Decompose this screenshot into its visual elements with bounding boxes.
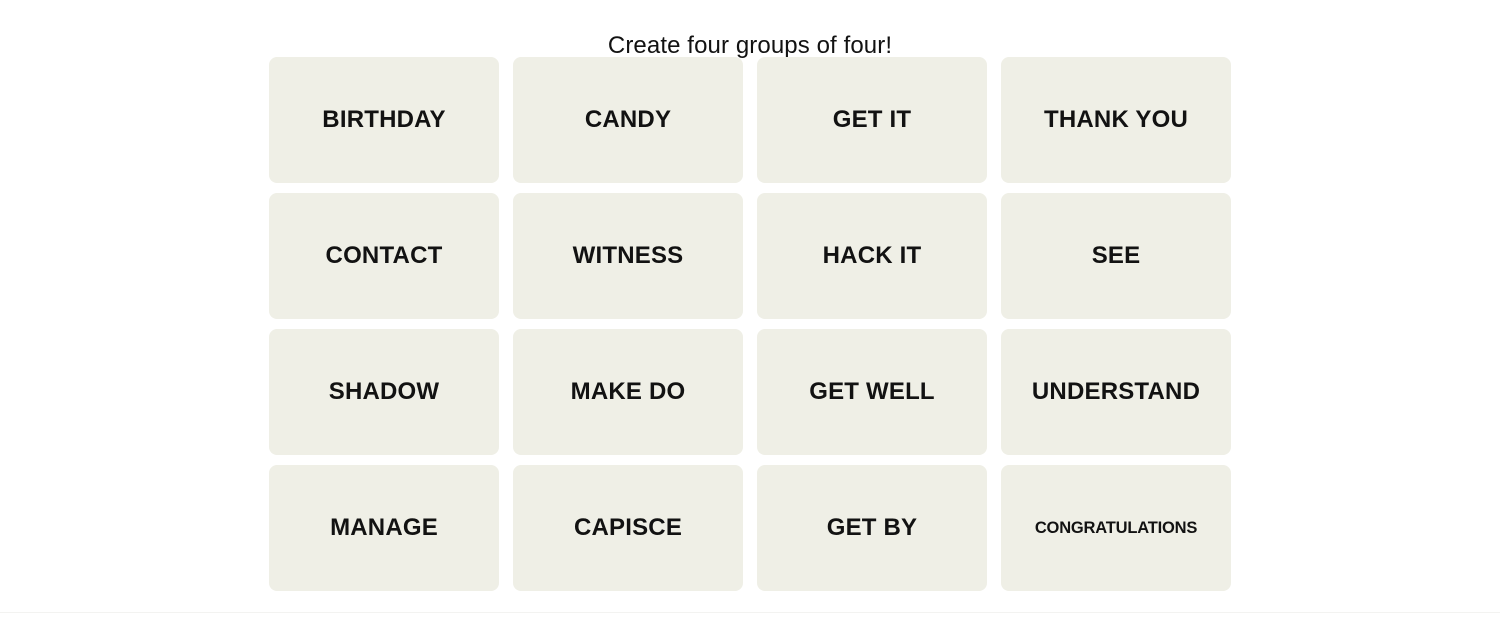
board-container: BIRTHDAY CANDY GET IT THANK YOU CONTACT WITNE… xyxy=(0,48,1500,591)
word-tile-label: UNDERSTAND xyxy=(1031,378,1201,405)
word-tile[interactable]: MAKE DO xyxy=(513,329,743,455)
word-tile-label: CONTACT xyxy=(325,242,443,269)
word-tile[interactable]: UNDERSTAND xyxy=(1001,329,1231,455)
word-tile[interactable]: GET BY xyxy=(757,465,987,591)
word-tile[interactable]: GET WELL xyxy=(757,329,987,455)
word-tile-label: CANDY xyxy=(584,106,672,133)
word-tile-label: GET WELL xyxy=(809,378,935,405)
instruction-bar: Create four groups of four! xyxy=(0,0,1500,59)
word-tile-label: SEE xyxy=(1091,242,1141,269)
word-tile-label: CAPISCE xyxy=(573,514,683,541)
word-tile[interactable]: MANAGE xyxy=(269,465,499,591)
word-grid: BIRTHDAY CANDY GET IT THANK YOU CONTACT WITNE… xyxy=(269,57,1231,591)
bottom-divider xyxy=(0,612,1500,613)
word-tile[interactable]: CANDY xyxy=(513,57,743,183)
word-tile-label: MANAGE xyxy=(330,514,438,541)
word-tile-label: BIRTHDAY xyxy=(322,106,446,133)
word-tile-label: SHADOW xyxy=(328,378,440,405)
word-tile[interactable]: HACK IT xyxy=(757,193,987,319)
connections-game: Create four groups of four! BIRTHDAY CAND… xyxy=(0,0,1500,619)
word-tile-label: MAKE DO xyxy=(570,378,686,405)
word-tile-label: THANK YOU xyxy=(1043,106,1189,133)
word-tile[interactable]: CONGRATULATIONS xyxy=(1001,465,1231,591)
word-tile[interactable]: CONTACT xyxy=(269,193,499,319)
word-tile[interactable]: BIRTHDAY xyxy=(269,57,499,183)
word-tile[interactable]: CAPISCE xyxy=(513,465,743,591)
word-tile[interactable]: SHADOW xyxy=(269,329,499,455)
word-tile-label: GET BY xyxy=(826,514,918,541)
word-tile-label: WITNESS xyxy=(572,242,684,269)
word-tile[interactable]: SEE xyxy=(1001,193,1231,319)
page-title: Create four groups of four! xyxy=(607,32,893,60)
word-tile[interactable]: THANK YOU xyxy=(1001,57,1231,183)
word-tile[interactable]: WITNESS xyxy=(513,193,743,319)
word-tile-label: HACK IT xyxy=(822,242,922,269)
word-tile-label: CONGRATULATIONS xyxy=(1034,519,1198,537)
word-tile[interactable]: GET IT xyxy=(757,57,987,183)
word-tile-label: GET IT xyxy=(832,106,912,133)
